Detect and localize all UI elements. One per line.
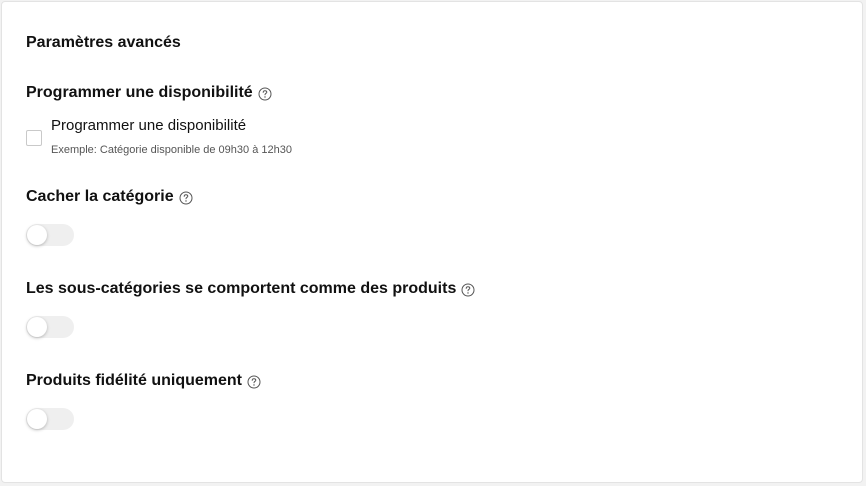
availability-heading: Programmer une disponibilité bbox=[26, 83, 272, 103]
loyalty-only-heading: Produits fidélité uniquement bbox=[26, 371, 261, 391]
help-circle-icon[interactable] bbox=[247, 375, 261, 389]
help-circle-icon[interactable] bbox=[179, 191, 193, 205]
availability-checkbox[interactable] bbox=[26, 130, 42, 146]
hide-category-heading-label: Cacher la catégorie bbox=[26, 188, 174, 205]
advanced-settings-panel: Paramètres avancés Programmer une dispon… bbox=[1, 1, 863, 483]
panel-title: Paramètres avancés bbox=[26, 34, 181, 51]
availability-checkbox-row: Programmer une disponibilité Exemple: Ca… bbox=[26, 117, 292, 157]
subcategories-as-products-toggle[interactable] bbox=[26, 316, 74, 338]
subcategories-as-products-heading-label: Les sous-catégories se comportent comme … bbox=[26, 280, 457, 297]
availability-heading-label: Programmer une disponibilité bbox=[26, 84, 253, 101]
toggle-knob bbox=[27, 225, 47, 245]
availability-checkbox-hint: Exemple: Catégorie disponible de 09h30 à… bbox=[51, 144, 292, 156]
loyalty-only-heading-label: Produits fidélité uniquement bbox=[26, 372, 243, 389]
hide-category-heading: Cacher la catégorie bbox=[26, 187, 193, 207]
toggle-knob bbox=[27, 317, 47, 337]
help-circle-icon[interactable] bbox=[258, 87, 272, 101]
availability-checkbox-text: Programmer une disponibilité Exemple: Ca… bbox=[51, 117, 292, 157]
hide-category-toggle[interactable] bbox=[26, 224, 74, 246]
loyalty-only-toggle[interactable] bbox=[26, 408, 74, 430]
availability-checkbox-label[interactable]: Programmer une disponibilité bbox=[51, 117, 292, 135]
subcategories-as-products-heading: Les sous-catégories se comportent comme … bbox=[26, 279, 475, 299]
help-circle-icon[interactable] bbox=[461, 283, 475, 297]
toggle-knob bbox=[27, 409, 47, 429]
